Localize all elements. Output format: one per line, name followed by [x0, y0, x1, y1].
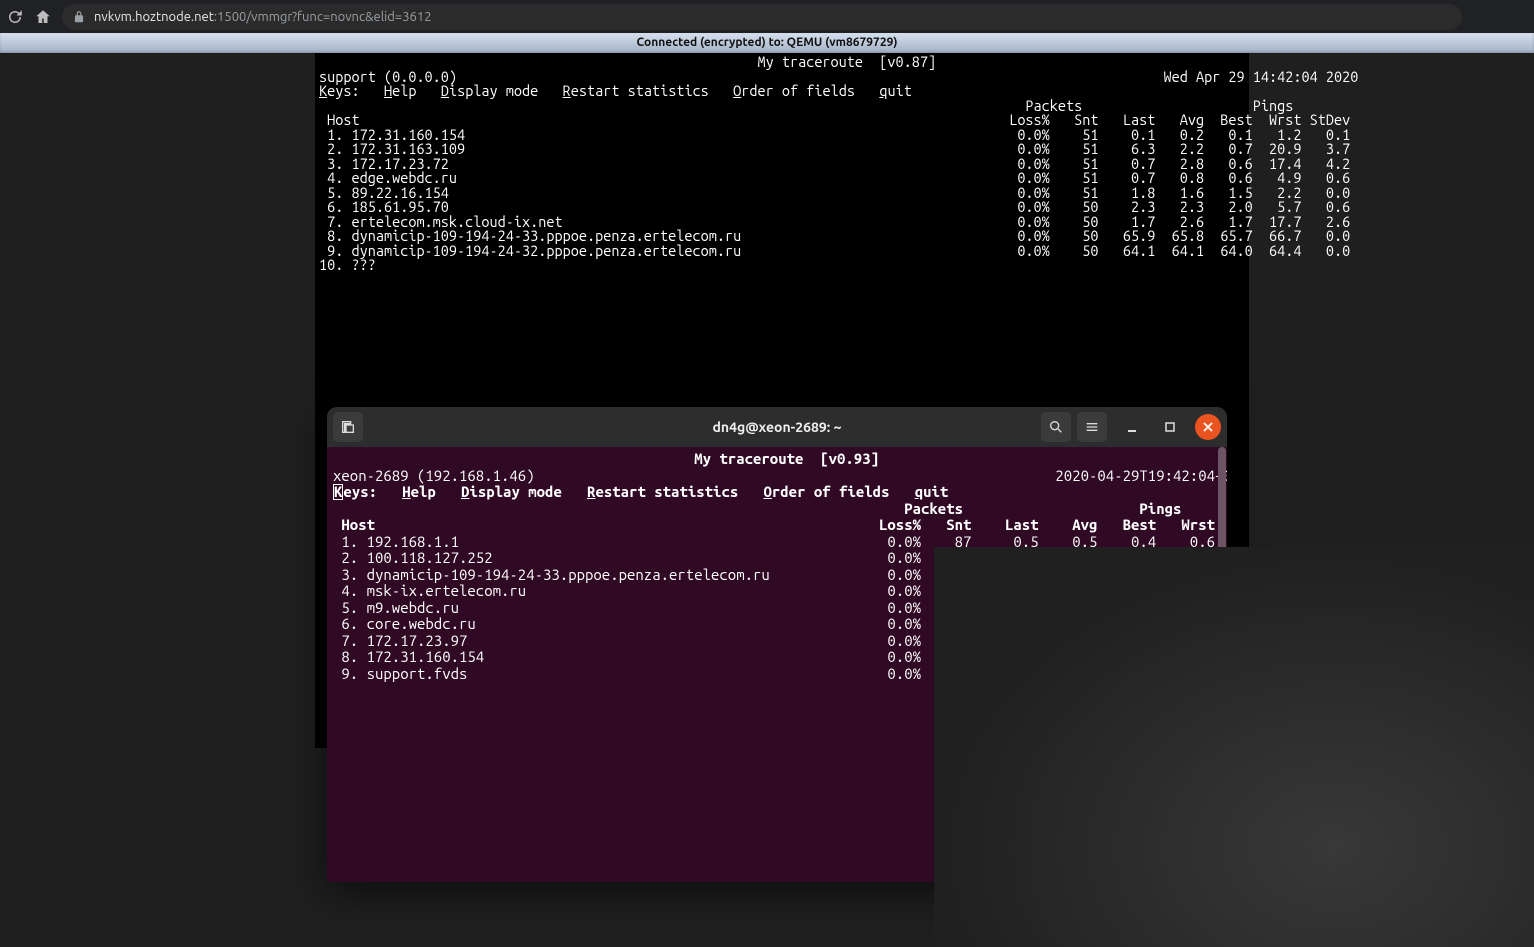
close-button[interactable]	[1195, 414, 1221, 440]
reload-icon[interactable]	[6, 8, 24, 26]
mtr-last-hop: 10. ???	[319, 258, 1249, 273]
table-row: 9. dynamicip-109-194-24-32.pppoe.penza.e…	[319, 244, 1249, 259]
url-bar[interactable]: nvkvm.hoztnode.net:1500/vmmgr?func=novnc…	[62, 4, 1462, 30]
url-text: nvkvm.hoztnode.net:1500/vmmgr?func=novnc…	[94, 10, 432, 24]
table-row: 4. msk-ix.ertelecom.ru 0.0% 87 63.4 63.6…	[333, 583, 1227, 600]
table-row: 7. 172.17.23.97 0.0% 86 75.4 76.2 75.2 1…	[333, 633, 1227, 650]
scrollbar[interactable]	[1218, 447, 1226, 882]
mtr-host-line: xeon-2689 (192.168.1.46) 2020-04-29T19:4…	[333, 468, 1227, 485]
browser-toolbar: nvkvm.hoztnode.net:1500/vmmgr?func=novnc…	[0, 0, 1534, 33]
gnome-titlebar[interactable]: dn4g@xeon-2689: ~	[327, 407, 1227, 447]
mtr-header-groups: Packets Pings	[333, 501, 1227, 518]
mtr-title: My traceroute [v0.93]	[333, 451, 1227, 468]
table-row: 9. support.fvds 0.0% 86 64.9 65.4 64.7 9…	[333, 666, 1227, 683]
new-tab-button[interactable]	[333, 412, 363, 442]
home-icon[interactable]	[34, 8, 52, 26]
mtr-hops: 1. 172.31.160.154 0.0% 51 0.1 0.2 0.1 1.…	[319, 128, 1249, 259]
minimize-button[interactable]	[1119, 414, 1145, 440]
table-row: 2. 100.118.127.252 0.0% 87 1.3 1.7 1.1 1…	[333, 550, 1227, 567]
table-row: 8. 172.31.160.154 0.0% 86 64.8 65.4 64.7…	[333, 649, 1227, 666]
maximize-button[interactable]	[1157, 414, 1183, 440]
mtr-menu[interactable]: Keys: Help Display mode Restart statisti…	[333, 484, 1227, 501]
gnome-terminal-window: dn4g@xeon-2689: ~ My trace	[327, 407, 1227, 882]
table-row: 6. core.webdc.ru 0.0% 86 108.3 79.6 73.2…	[333, 616, 1227, 633]
search-button[interactable]	[1041, 412, 1071, 442]
vnc-status-banner: Connected (encrypted) to: QEMU (vm867972…	[0, 33, 1534, 53]
table-row: 3. dynamicip-109-194-24-33.pppoe.penza.e…	[333, 567, 1227, 584]
scrollbar-thumb[interactable]	[1218, 447, 1226, 567]
gnome-terminal-body[interactable]: My traceroute [v0.93] xeon-2689 (192.168…	[327, 447, 1227, 882]
table-row: 5. m9.webdc.ru 0.0% 86 73.1 73.9 72.9 10…	[333, 600, 1227, 617]
lock-icon	[72, 10, 86, 24]
mtr-hops: 1. 192.168.1.1 0.0% 87 0.5 0.5 0.4 0.6 0…	[333, 534, 1227, 683]
table-row: 1. 192.168.1.1 0.0% 87 0.5 0.5 0.4 0.6 0…	[333, 534, 1227, 551]
hamburger-menu-button[interactable]	[1077, 412, 1107, 442]
page-body: My traceroute [v0.87] support (0.0.0.0) …	[0, 53, 1534, 947]
mtr-header-cols: Host Loss% Snt Last Avg Best Wrst StDev	[333, 517, 1227, 534]
